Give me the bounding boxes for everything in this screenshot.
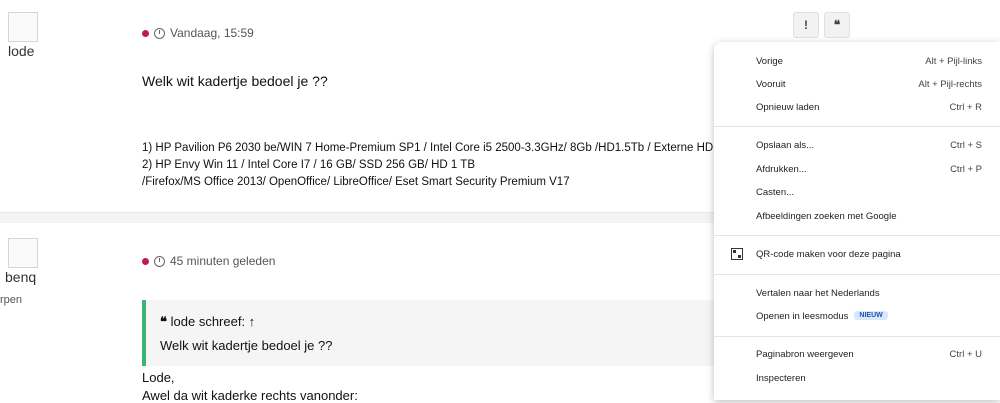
- quote-button[interactable]: ❝: [824, 12, 850, 38]
- menu-item-label: Paginabron weergeven: [756, 348, 854, 360]
- menu-item-shortcut: Ctrl + R: [949, 101, 982, 113]
- clock-icon: [154, 255, 165, 267]
- signature-line: 1) HP Pavilion P6 2030 be/WIN 7 Home-Pre…: [142, 142, 714, 154]
- menu-item-label: Vorige: [756, 55, 783, 67]
- menu-item-save-as[interactable]: Opslaan als... Ctrl + S: [714, 134, 1000, 156]
- menu-item-search-images-google[interactable]: Afbeeldingen zoeken met Google: [714, 205, 1000, 227]
- menu-item-label: Vertalen naar het Nederlands: [756, 287, 880, 299]
- reply-line: Awel da wit kaderke rechts vanonder:: [142, 388, 358, 403]
- menu-item-shortcut: Alt + Pijl-rechts: [918, 78, 982, 90]
- menu-separator: [714, 235, 1000, 236]
- menu-item-shortcut: Ctrl + S: [950, 139, 982, 151]
- menu-item-shortcut: Ctrl + P: [950, 163, 982, 175]
- post-timestamp[interactable]: Vandaag, 15:59: [170, 26, 254, 40]
- menu-item-label: Inspecteren: [756, 372, 806, 384]
- menu-item-label: Casten...: [756, 186, 795, 198]
- quote-text: Welk wit kadertje bedoel je ??: [160, 338, 333, 353]
- menu-item-reload[interactable]: Opnieuw laden Ctrl + R: [714, 96, 1000, 118]
- new-badge: NIEUW: [854, 311, 888, 321]
- menu-item-label: Afbeeldingen zoeken met Google: [756, 210, 897, 222]
- post-message: Welk wit kadertje bedoel je ??: [142, 73, 328, 89]
- menu-item-qr-code[interactable]: QR-code maken voor deze pagina: [714, 243, 1000, 265]
- menu-item-shortcut: Alt + Pijl-links: [925, 55, 982, 67]
- online-status-dot: [142, 29, 149, 37]
- menu-item-translate[interactable]: Vertalen naar het Nederlands: [714, 282, 1000, 304]
- menu-separator: [714, 126, 1000, 127]
- menu-separator: [714, 274, 1000, 275]
- reply-line: Lode,: [142, 370, 175, 385]
- menu-item-forward[interactable]: Vooruit Alt + Pijl-rechts: [714, 73, 1000, 95]
- qr-code-icon: [731, 248, 743, 260]
- quote-block: ❝ lode schreef: ↑ Welk wit kadertje bedo…: [142, 300, 716, 366]
- menu-item-label: Vooruit: [756, 78, 786, 90]
- menu-item-label: Opnieuw laden: [756, 101, 820, 113]
- avatar-broken-image[interactable]: [8, 238, 38, 268]
- post-author[interactable]: benq: [5, 269, 36, 285]
- post-meta: Vandaag, 15:59: [142, 26, 254, 40]
- quote-author-link[interactable]: lode schreef: ↑: [171, 314, 256, 329]
- menu-item-view-source[interactable]: Paginabron weergeven Ctrl + U: [714, 343, 1000, 365]
- menu-item-back[interactable]: Vorige Alt + Pijl-links: [714, 50, 1000, 72]
- author-location: rpen: [0, 294, 23, 306]
- menu-item-label: Afdrukken...: [756, 163, 807, 175]
- quote-header: ❝ lode schreef: ↑: [160, 314, 255, 330]
- post-author[interactable]: lode: [8, 43, 34, 59]
- context-menu: Vorige Alt + Pijl-links Vooruit Alt + Pi…: [714, 42, 1000, 400]
- post-timestamp[interactable]: 45 minuten geleden: [170, 254, 275, 268]
- menu-item-shortcut: Ctrl + U: [949, 348, 982, 360]
- online-status-dot: [142, 257, 149, 265]
- menu-item-reading-mode[interactable]: Openen in leesmodus NIEUW: [714, 305, 1000, 327]
- menu-item-print[interactable]: Afdrukken... Ctrl + P: [714, 158, 1000, 180]
- menu-item-label-text: Openen in leesmodus: [756, 310, 849, 322]
- signature-line: /Firefox/MS Office 2013/ OpenOffice/ Lib…: [142, 176, 570, 188]
- menu-item-inspect[interactable]: Inspecteren: [714, 367, 1000, 389]
- clock-icon: [154, 27, 165, 39]
- menu-item-label: QR-code maken voor deze pagina: [756, 248, 901, 260]
- quote-icon: ❝: [160, 314, 167, 329]
- menu-separator: [714, 336, 1000, 337]
- report-button[interactable]: !: [793, 12, 819, 38]
- avatar-broken-image[interactable]: [8, 12, 38, 42]
- menu-item-label: Opslaan als...: [756, 139, 815, 151]
- post-meta: 45 minuten geleden: [142, 254, 275, 268]
- signature-line: 2) HP Envy Win 11 / Intel Core I7 / 16 G…: [142, 159, 476, 171]
- menu-item-cast[interactable]: Casten...: [714, 181, 1000, 203]
- menu-item-label: Openen in leesmodus NIEUW: [756, 311, 888, 322]
